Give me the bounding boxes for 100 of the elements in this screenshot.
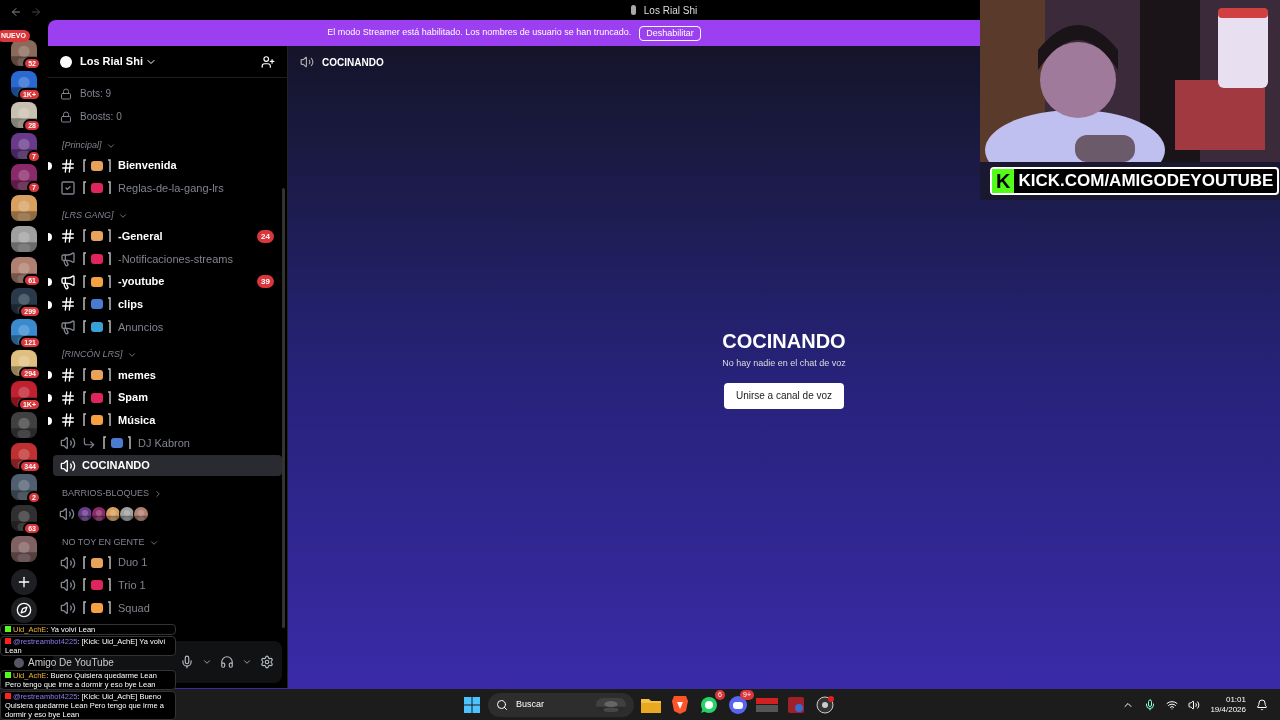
channel-item[interactable]: clips <box>53 293 282 315</box>
plus-icon <box>16 574 32 590</box>
chevron-down-icon <box>202 657 212 667</box>
channel-name: memes <box>118 367 156 383</box>
folder-icon <box>641 696 661 713</box>
speaker-icon <box>60 577 76 594</box>
invite-icon[interactable] <box>261 54 275 69</box>
channel-item[interactable]: -youtube 39 <box>53 271 282 293</box>
hash-icon <box>60 389 76 406</box>
add-server-button[interactable] <box>11 569 37 595</box>
channel-item[interactable]: Música <box>53 409 282 431</box>
info-text: Bots: 9 <box>80 87 112 101</box>
channel-name: Squad <box>118 600 150 616</box>
search-placeholder: Buscar <box>516 697 545 711</box>
category-name: BARRIOS-BLOQUES <box>62 486 150 500</box>
speaker-icon <box>300 55 314 69</box>
settings-icon[interactable] <box>260 655 274 669</box>
kick-logo: K <box>992 169 1015 193</box>
start-icon[interactable] <box>464 696 480 713</box>
window-title: Los Rial Shi <box>643 3 698 18</box>
speaker-icon <box>60 457 76 474</box>
disable-button[interactable]: Deshabilitar <box>639 25 701 41</box>
voice-channel-title: COCINANDO <box>722 329 846 354</box>
channel-name: clips <box>118 297 144 312</box>
channel-item[interactable]: Spam <box>53 387 282 409</box>
mention-badge: 39 <box>257 275 274 289</box>
lock-icon <box>60 110 72 123</box>
channel-item[interactable]: Reglas-de-la-gang-lrs <box>53 177 282 199</box>
channel-name: -Notificaciones-streams <box>118 251 233 267</box>
hash-icon <box>60 366 76 383</box>
category-header[interactable]: BARRIOS-BLOQUES <box>48 484 287 504</box>
channel-item[interactable]: memes <box>53 364 282 386</box>
category-name: [LRS GANG] <box>62 209 114 223</box>
lock-icon <box>60 87 72 100</box>
category-name: [Principal] <box>62 138 102 152</box>
channel-name: -General <box>118 228 163 244</box>
channel-name: Bienvenida <box>118 158 177 174</box>
channel-name: Reglas-de-la-gang-lrs <box>118 180 224 196</box>
channel-name: -youtube <box>118 274 165 290</box>
category-header[interactable]: [Principal] <box>48 136 287 155</box>
channel-item[interactable]: DJ Kabron <box>53 432 282 454</box>
mixer-icon <box>756 697 778 712</box>
hash-icon <box>60 157 76 174</box>
category-header[interactable]: [LRS GANG] <box>48 206 287 226</box>
channel-name: Anuncios <box>118 319 164 335</box>
channel-item[interactable]: -Notificaciones-streams <box>53 248 282 270</box>
headphones-icon[interactable] <box>220 655 234 669</box>
back-icon[interactable] <box>10 5 22 18</box>
platform-icon <box>5 693 11 699</box>
streamer-mode-text: El modo Streamer está habilitado. Los nombres de usuario se han truncado. <box>327 26 632 40</box>
empty-voice-text: No hay nadie en el chat de voz <box>722 357 846 371</box>
channel-item[interactable]: Anuncios <box>53 316 282 338</box>
channel-name: Spam <box>118 390 148 406</box>
clock[interactable]: 01:01 19/4/2026 <box>1210 694 1246 715</box>
category-name: [RINCÓN LRS] <box>62 348 123 362</box>
mention-badge: 24 <box>257 229 274 243</box>
network-icon[interactable] <box>1166 698 1179 711</box>
channel-item[interactable]: Bienvenida <box>53 155 282 176</box>
platform-icon <box>5 672 11 678</box>
speaker-icon <box>60 600 76 617</box>
channel-item[interactable]: Squad <box>53 597 282 619</box>
microphone-icon[interactable] <box>1144 698 1157 711</box>
join-voice-button[interactable]: Unirse a canal de voz <box>723 382 845 409</box>
discover-button[interactable] <box>11 597 37 623</box>
channel-name: DJ Kabron <box>138 435 190 451</box>
search-field[interactable]: Buscar <box>488 692 634 717</box>
info-text: Boosts: 0 <box>80 110 122 124</box>
game-controller-icon <box>729 695 747 714</box>
bell-icon[interactable] <box>1256 698 1268 711</box>
megaphone-icon <box>60 318 76 335</box>
checklist-icon <box>60 180 76 197</box>
chevron-down-icon <box>242 657 252 667</box>
microphone-icon[interactable] <box>180 655 194 669</box>
megaphone-icon <box>60 273 76 290</box>
lion-icon <box>672 695 688 714</box>
app-icon <box>630 5 636 15</box>
channel-item[interactable]: Trio 1 <box>53 574 282 596</box>
category-header[interactable]: [RINCÓN LRS] <box>48 345 287 365</box>
category-header[interactable]: NO TOY EN GENTE <box>48 533 287 553</box>
channel-item[interactable]: -General 24 <box>53 225 282 247</box>
speaker-icon <box>59 506 75 523</box>
speaker-icon <box>60 554 76 571</box>
compass-icon <box>16 602 32 618</box>
channel-name: Duo 1 <box>118 555 148 571</box>
channel-title: COCINANDO <box>322 55 384 70</box>
channel-name: COCINANDO <box>82 458 150 474</box>
hash-icon <box>60 228 76 245</box>
channel-name: Música <box>118 413 156 429</box>
megaphone-icon <box>60 250 76 267</box>
chat-bubble-icon <box>700 695 718 714</box>
speaker-icon <box>60 435 76 451</box>
hash-icon <box>60 412 76 429</box>
volume-icon[interactable] <box>1188 698 1201 711</box>
category-name: NO TOY EN GENTE <box>62 535 145 549</box>
channel-item[interactable]: Duo 1 <box>53 552 282 574</box>
server-name[interactable]: Los Rial Shi <box>80 53 143 70</box>
stream-url: KICK.COM/AMIGODEYOUTUBE <box>1017 170 1275 192</box>
stream-user-name: Amigo De YouTube <box>28 657 114 669</box>
hash-icon <box>60 296 76 313</box>
channel-item[interactable]: COCINANDO <box>53 455 282 477</box>
